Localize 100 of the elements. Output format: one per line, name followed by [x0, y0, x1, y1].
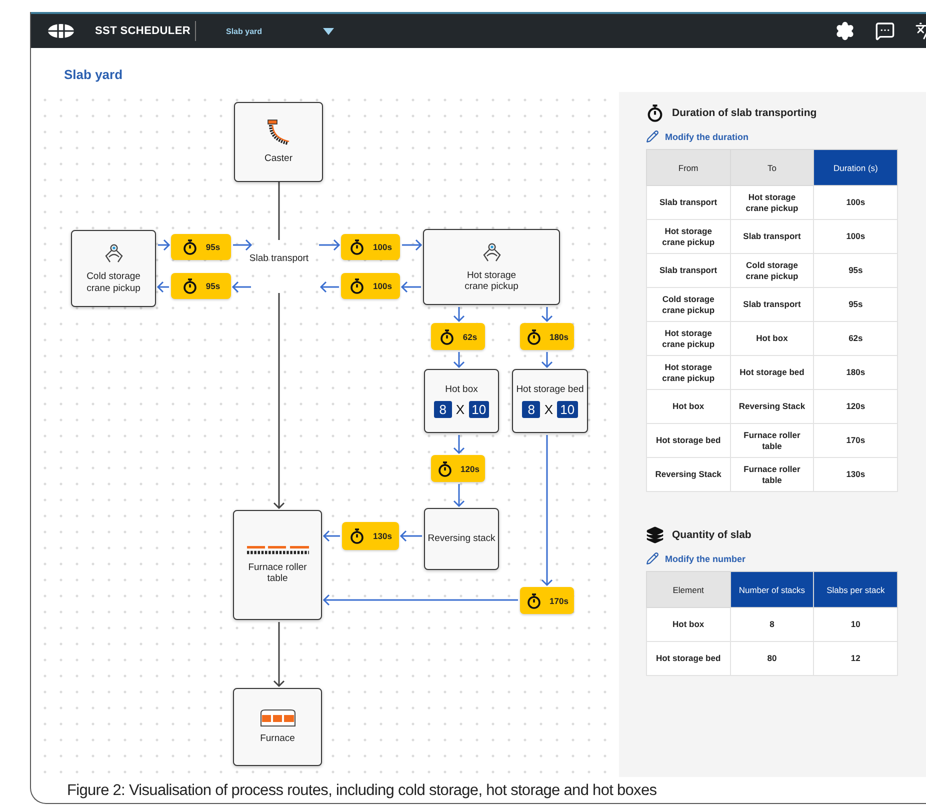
- node-label: Caster: [264, 153, 292, 165]
- logo-icon: [47, 23, 75, 39]
- table-cell: 8: [730, 608, 814, 642]
- caster-icon: [266, 119, 292, 148]
- column-header: From: [646, 150, 730, 186]
- duration-badge: 130s: [342, 522, 399, 550]
- figure-caption: Figure 2: Visualisation of process routes, including cold storage, hot storage and hot boxes: [67, 782, 657, 800]
- flow-arrow: [400, 281, 421, 293]
- table-cell: Cold storage crane pickup: [730, 254, 814, 288]
- section-title: Duration of slab transporting: [672, 107, 817, 119]
- node-label: Reversing stack: [428, 533, 496, 545]
- times-sign: X: [456, 402, 465, 418]
- table-cell: Cold storage crane pickup: [646, 288, 730, 322]
- flow-arrow: [402, 239, 422, 251]
- settings-button[interactable]: [835, 21, 855, 41]
- table-cell: Hot storage crane pickup: [646, 322, 730, 356]
- node-label: Hot storage crane pickup: [464, 270, 520, 292]
- table-cell: Slab transport: [730, 288, 814, 322]
- table-cell: Hot storage crane pickup: [730, 186, 814, 220]
- flow-arrow: [453, 484, 465, 508]
- slabs-per-stack: 10: [468, 401, 490, 418]
- column-header: Number of stacks: [730, 572, 814, 608]
- table-cell: 80: [730, 642, 814, 676]
- stopwatch-icon: [349, 528, 366, 544]
- duration-badge: 95s: [171, 273, 231, 299]
- area-dropdown[interactable]: Slab yard: [226, 26, 334, 36]
- table-cell: Hot box: [646, 390, 730, 424]
- duration-badge: 170s: [520, 587, 574, 614]
- stopwatch-icon: [182, 278, 198, 294]
- flow-arrow: [320, 281, 339, 293]
- caret-icon: [323, 28, 334, 34]
- duration-badge: 100s: [341, 273, 400, 299]
- duration-badge: 100s: [341, 234, 400, 260]
- table-cell: Slab transport: [646, 254, 730, 288]
- stopwatch-icon: [436, 460, 453, 476]
- table-cell: Furnace roller table: [730, 458, 814, 492]
- table-cell: Furnace roller table: [730, 424, 814, 458]
- edit-link[interactable]: Modify the number: [646, 552, 926, 565]
- flow-arrow: [273, 622, 285, 688]
- table-cell: 120s: [814, 390, 898, 424]
- flow-arrow: [400, 530, 422, 542]
- table-cell: 12: [814, 642, 898, 676]
- flow-arrow: [232, 281, 251, 293]
- table-cell: Slab transport: [646, 186, 730, 220]
- table-cell: Hot storage crane pickup: [646, 220, 730, 254]
- stopwatch-icon: [526, 592, 542, 608]
- layers-icon: [646, 526, 664, 544]
- table-cell: 62s: [814, 322, 898, 356]
- node-label: Slab transport: [249, 253, 309, 264]
- table-cell: 95s: [814, 254, 898, 288]
- table-cell: Hot box: [730, 322, 814, 356]
- stopwatch-icon: [646, 104, 664, 122]
- column-header: Duration (s): [814, 150, 898, 186]
- flow-arrow: [233, 239, 252, 251]
- pencil-icon: [646, 552, 659, 565]
- stack-count: 8: [434, 401, 452, 418]
- table-cell: Hot storage bed: [730, 356, 814, 390]
- flow-arrow: [158, 239, 170, 251]
- connector-line: [278, 182, 280, 240]
- flow-arrow: [453, 307, 465, 322]
- roller-table-icon: [246, 546, 308, 556]
- node-label: Furnace roller table: [247, 562, 308, 584]
- table-cell: Hot storage crane pickup: [646, 356, 730, 390]
- flow-arrow: [322, 530, 340, 542]
- slabs-per-stack: 10: [557, 401, 578, 418]
- flow-arrow: [319, 239, 340, 251]
- table-cell: Hot storage bed: [646, 642, 730, 676]
- chat-button[interactable]: [875, 21, 895, 41]
- flow-arrow: [541, 307, 553, 322]
- table-cell: 100s: [814, 186, 898, 220]
- times-sign: X: [544, 402, 554, 418]
- table-cell: Reversing Stack: [646, 458, 730, 492]
- stack-count: 8: [522, 401, 540, 418]
- stopwatch-icon: [438, 328, 455, 344]
- page-title: Slab yard: [63, 66, 124, 84]
- table-cell: 170s: [814, 424, 898, 458]
- pencil-icon: [646, 130, 659, 143]
- table-cell: Slab transport: [730, 220, 814, 254]
- section-title: Quantity of slab: [672, 529, 752, 541]
- duration-badge: 180s: [520, 323, 574, 350]
- app-name: SST SCHEDULER: [95, 25, 192, 37]
- stopwatch-icon: [349, 239, 366, 255]
- flow-arrow: [156, 281, 169, 293]
- node-label: Hot box: [445, 384, 478, 396]
- table-cell: 180s: [814, 356, 898, 390]
- node-label: Furnace: [260, 733, 295, 745]
- duration-badge: 95s: [171, 234, 231, 260]
- node-label: Hot storage bed: [516, 384, 584, 396]
- stopwatch-icon: [182, 239, 198, 255]
- column-header: Element: [646, 572, 730, 608]
- duration-badge: 120s: [431, 455, 485, 482]
- furnace-icon: [260, 709, 296, 728]
- table-cell: Hot box: [646, 608, 730, 642]
- edit-link[interactable]: Modify the duration: [646, 130, 926, 143]
- stopwatch-icon: [349, 278, 366, 294]
- table-cell: 10: [814, 608, 898, 642]
- node-label: Cold storage crane pickup: [86, 271, 142, 294]
- column-header: Slabs per stack: [814, 572, 898, 608]
- table-cell: Reversing Stack: [730, 390, 814, 424]
- flow-arrow: [541, 352, 553, 368]
